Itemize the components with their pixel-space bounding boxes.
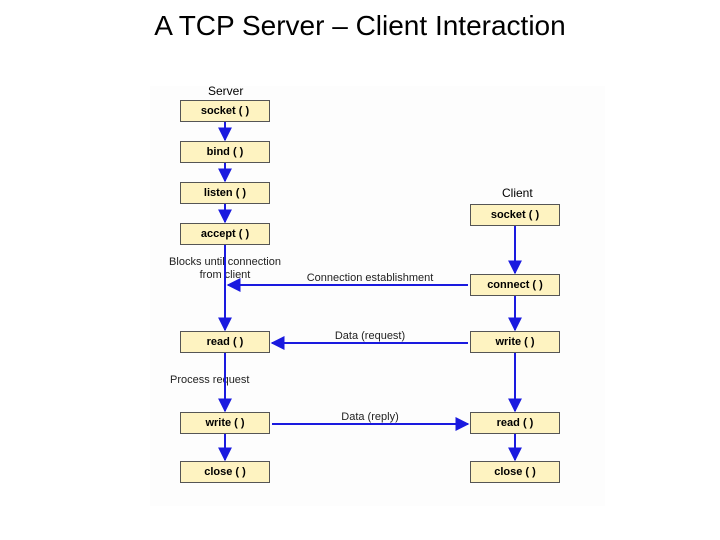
request-label: Data (request) [310, 330, 430, 342]
client-socket-box: socket ( ) [470, 204, 560, 226]
server-listen-box: listen ( ) [180, 182, 270, 204]
server-header: Server [208, 84, 243, 98]
blocks-note: Blocks until connection from client [140, 256, 310, 281]
process-note: Process request [170, 374, 280, 387]
tcp-diagram: Server Client socket ( ) bind ( ) listen… [150, 86, 605, 506]
server-write-box: write ( ) [180, 412, 270, 434]
server-socket-box: socket ( ) [180, 100, 270, 122]
client-header: Client [502, 186, 533, 200]
page-title: A TCP Server – Client Interaction [0, 10, 720, 42]
reply-label: Data (reply) [315, 411, 425, 423]
establish-label: Connection establishment [290, 272, 450, 284]
client-read-box: read ( ) [470, 412, 560, 434]
server-bind-box: bind ( ) [180, 141, 270, 163]
client-close-box: close ( ) [470, 461, 560, 483]
client-write-box: write ( ) [470, 331, 560, 353]
client-connect-box: connect ( ) [470, 274, 560, 296]
server-read-box: read ( ) [180, 331, 270, 353]
server-accept-box: accept ( ) [180, 223, 270, 245]
server-close-box: close ( ) [180, 461, 270, 483]
